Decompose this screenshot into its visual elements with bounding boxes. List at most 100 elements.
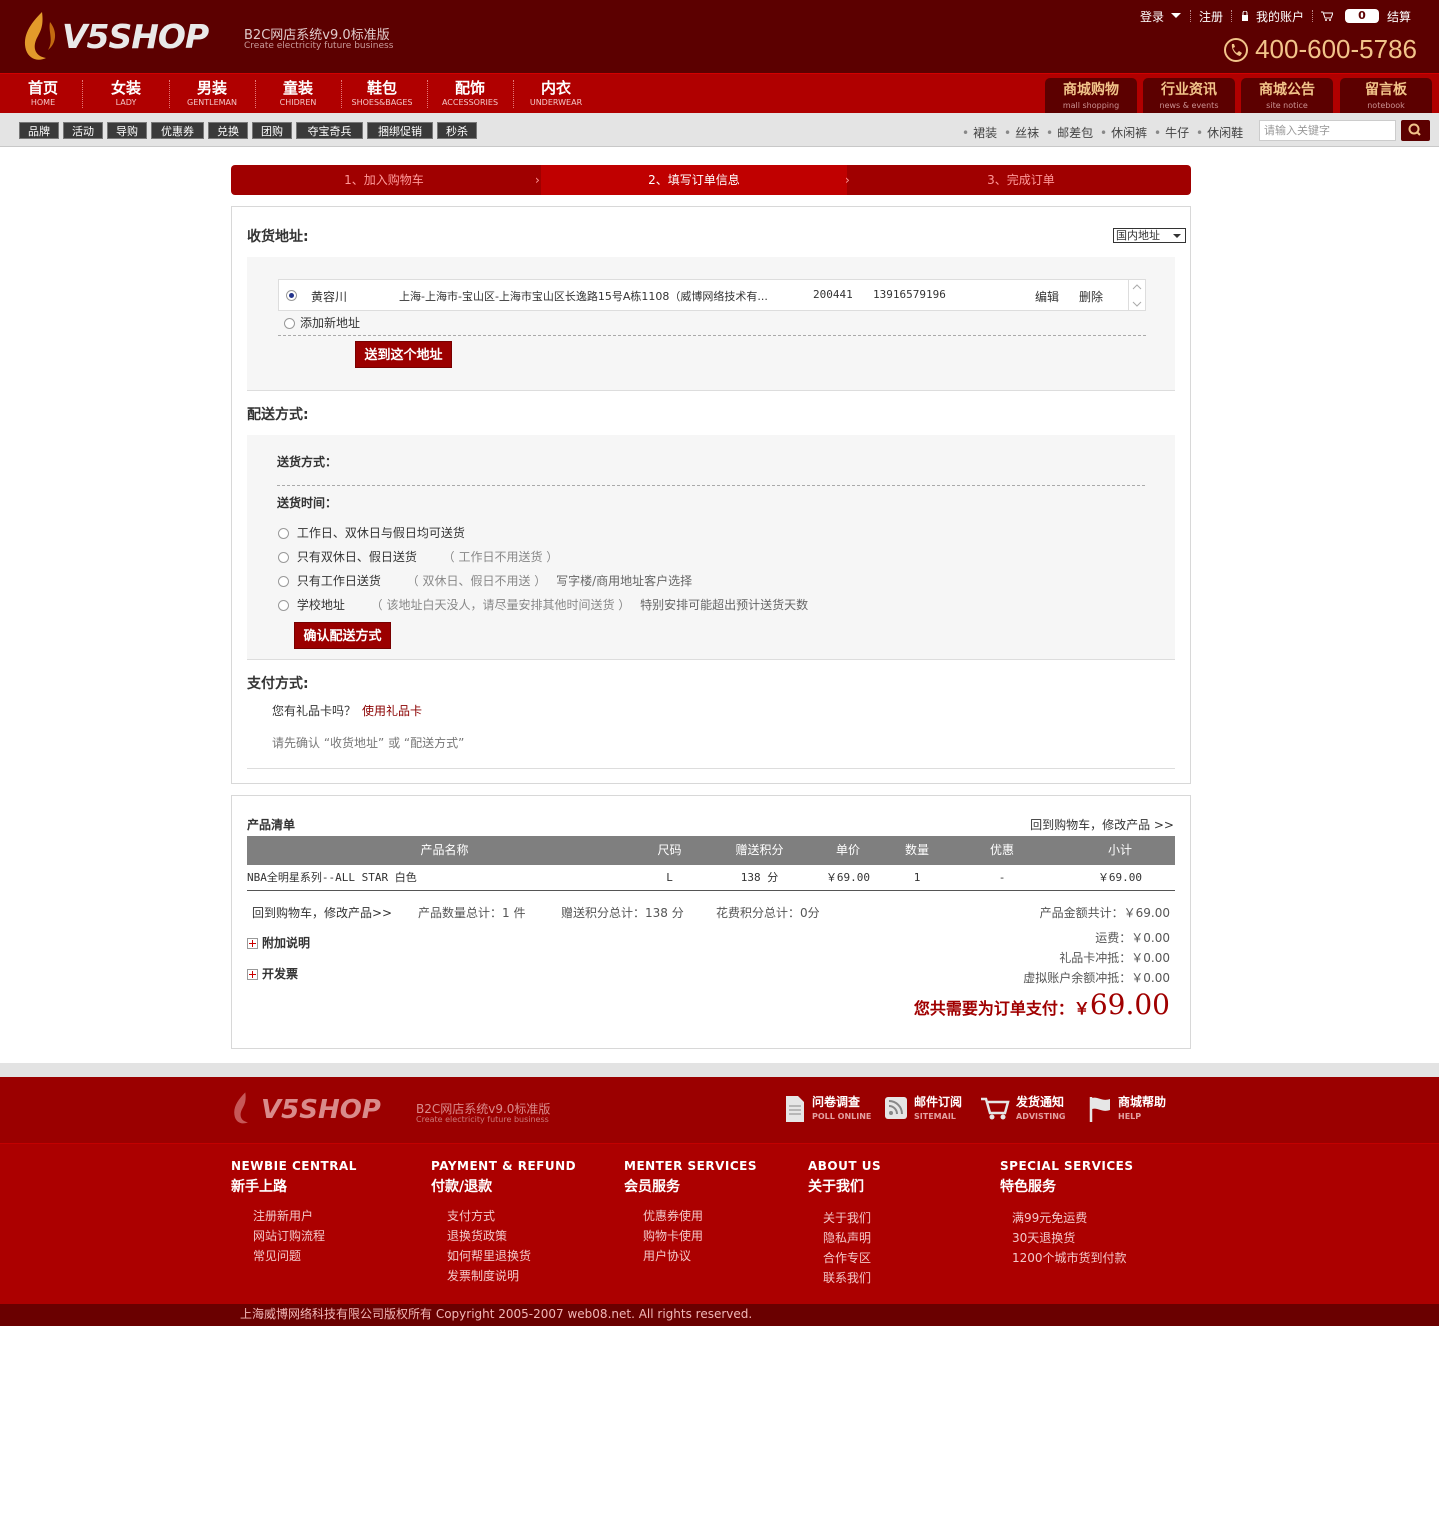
tag-treasure[interactable]: 夺宝奇兵 — [296, 122, 363, 139]
delete-address-link[interactable]: 删除 — [1079, 288, 1103, 305]
chevron-down-icon[interactable] — [1170, 12, 1182, 20]
nav-mall-shopping[interactable]: 商城购物 mall shopping — [1045, 78, 1137, 114]
footer-mail-subscribe[interactable]: 邮件订阅 SITEMAIL — [884, 1095, 962, 1124]
payment-title: 支付方式: — [247, 676, 309, 692]
confirm-delivery-button[interactable]: 确认配送方式 — [294, 622, 391, 649]
search-input[interactable]: 请输入关键字 — [1259, 120, 1396, 141]
nav-item-children[interactable]: 童装 CHIDREN — [255, 80, 341, 109]
site-logo[interactable]: V5SHOP B2C网店系统v9.0标准版 Create electricity… — [20, 10, 400, 64]
footer-icon-sublabel: ADVISTING — [1016, 1112, 1066, 1121]
footer-link[interactable]: 关于我们 — [823, 1208, 881, 1228]
footer-link[interactable]: 注册新用户 — [253, 1206, 357, 1226]
nav-notebook[interactable]: 留言板 notebook — [1340, 78, 1432, 114]
col-subtotal: 小计 — [1107, 843, 1132, 857]
delivery-option[interactable]: 学校地址 （ 该地址白天没人，请尽量安排其他时间送货 ） 特别安排可能超出预计送… — [278, 596, 808, 613]
product-name[interactable]: NBA全明星系列--ALL STAR 白色 — [247, 865, 417, 891]
address-radio[interactable] — [286, 290, 297, 301]
hot-keyword[interactable]: • 牛仔 — [1154, 124, 1189, 141]
tag-exchange[interactable]: 兑换 — [208, 122, 248, 139]
delivery-method-label: 送货方式： — [277, 455, 338, 469]
nav-label: 童装 — [282, 79, 313, 97]
footer-logo[interactable]: V5SHOP B2C网店系统v9.0标准版 Create electricity… — [231, 1089, 561, 1131]
flame-logo-icon — [24, 12, 56, 60]
nav-item-lady[interactable]: 女装 LADY — [83, 80, 169, 109]
footer-icon-label: 发货通知 — [1016, 1095, 1065, 1109]
footer-link[interactable]: 联系我们 — [823, 1268, 881, 1288]
copyright: 上海威博网络科技有限公司版权所有 Copyright 2005-2007 web… — [0, 1304, 1439, 1326]
address-panel: 黄容川 上海-上海市-宝山区-上海市宝山区长逸路15号A栋1108（威博网络技术… — [247, 257, 1175, 391]
nav-item-accessories[interactable]: 配饰 ACCESSORIES — [427, 80, 513, 109]
delivery-option[interactable]: 工作日、双休日与假日均可送货 — [278, 524, 465, 541]
col-product-name: 产品名称 — [420, 843, 469, 857]
footer-link[interactable]: 隐私声明 — [823, 1228, 881, 1248]
hotline-number: 400-600-5786 — [1255, 34, 1417, 64]
nav-news-events[interactable]: 行业资讯 news & events — [1143, 78, 1235, 114]
checkout-link[interactable]: 结算 — [1387, 8, 1411, 25]
footer-link[interactable]: 网站订购流程 — [253, 1226, 357, 1246]
nav-item-home[interactable]: 首页 HOME — [0, 80, 86, 109]
nav-item-gentleman[interactable]: 男装 GENTLEMAN — [169, 80, 255, 109]
step-add-to-cart: 1、加入购物车 — [344, 173, 424, 187]
address-row[interactable]: 黄容川 上海-上海市-宝山区-上海市宝山区长逸路15号A栋1108（威博网络技术… — [278, 279, 1146, 311]
login-link[interactable]: 登录 — [1140, 8, 1164, 25]
delivery-radio[interactable] — [278, 528, 289, 539]
footer-link[interactable]: 如何帮里退换货 — [447, 1246, 576, 1266]
add-address-radio[interactable] — [284, 318, 295, 329]
footer-link[interactable]: 购物卡使用 — [643, 1226, 757, 1246]
attach-note-toggle[interactable]: 附加说明 — [247, 934, 310, 951]
tag-bundle[interactable]: 捆绑促销 — [367, 122, 433, 139]
tag-guide[interactable]: 导购 — [107, 122, 147, 139]
footer-help[interactable]: 商城帮助 HELP — [1088, 1095, 1166, 1124]
tag-coupon[interactable]: 优惠券 — [151, 122, 204, 139]
delivery-option[interactable]: 只有工作日送货 （ 双休日、假日不用送 ） 写字楼/商用地址客户选择 — [278, 572, 692, 589]
tag-brand[interactable]: 品牌 — [19, 122, 59, 139]
cart-count-badge[interactable]: 0 — [1344, 9, 1379, 23]
send-to-address-button[interactable]: 送到这个地址 — [355, 341, 452, 368]
col-price: 单价 — [835, 843, 860, 857]
invoice-toggle[interactable]: 开发票 — [247, 965, 298, 982]
delivery-option[interactable]: 只有双休日、假日送货 （ 工作日不用送货 ） — [278, 548, 558, 565]
footer-link[interactable]: 退换货政策 — [447, 1226, 576, 1246]
footer-poll[interactable]: 问卷调查 POLL ONLINE — [784, 1095, 871, 1124]
use-gift-card-link[interactable]: 使用礼品卡 — [362, 702, 422, 719]
scrollbar[interactable] — [1128, 280, 1145, 310]
nav-item-underwear[interactable]: 内衣 UNDERWEAR — [513, 80, 599, 109]
back-to-cart-link-bottom[interactable]: 回到购物车，修改产品>> — [252, 904, 392, 921]
footer-link[interactable]: 优惠券使用 — [643, 1206, 757, 1226]
footer-shipping-notice[interactable]: 发货通知 ADVISTING — [980, 1095, 1065, 1124]
nav-item-shoes-bags[interactable]: 鞋包 SHOES&BAGES — [339, 80, 425, 109]
address-type-select[interactable]: 国内地址 — [1113, 228, 1186, 243]
hot-keyword[interactable]: • 休闲裤 — [1100, 124, 1147, 141]
footer-col-title-en: ABOUT US — [808, 1159, 882, 1173]
register-link[interactable]: 注册 — [1199, 8, 1223, 25]
nav-site-notice[interactable]: 商城公告 site notice — [1241, 78, 1333, 114]
search-button[interactable] — [1401, 120, 1430, 141]
footer-link[interactable]: 发票制度说明 — [447, 1266, 576, 1286]
footer-link[interactable]: 30天退换货 — [1012, 1228, 1134, 1248]
tag-activity[interactable]: 活动 — [63, 122, 103, 139]
footer-link[interactable]: 1200个城市货到付款 — [1012, 1248, 1134, 1268]
footer-link[interactable]: 支付方式 — [447, 1206, 576, 1226]
edit-address-link[interactable]: 编辑 — [1035, 288, 1059, 305]
hot-keyword[interactable]: • 丝袜 — [1004, 124, 1039, 141]
my-account-link[interactable]: 我的账户 — [1256, 8, 1304, 25]
hot-keyword[interactable]: • 邮差包 — [1046, 124, 1093, 141]
delivery-radio[interactable] — [278, 552, 289, 563]
footer-col-title-en: SPECIAL SERVICES — [1000, 1159, 1134, 1173]
footer-link[interactable]: 合作专区 — [823, 1248, 881, 1268]
nav-sublabel: mall shopping — [1062, 101, 1120, 110]
footer-link[interactable]: 用户协议 — [643, 1246, 757, 1266]
product-size: L — [666, 871, 673, 884]
scroll-down-icon[interactable] — [1129, 297, 1145, 311]
scroll-up-icon[interactable] — [1129, 280, 1145, 294]
tag-flash-sale[interactable]: 秒杀 — [437, 122, 477, 139]
back-to-cart-link[interactable]: 回到购物车，修改产品 >> — [1030, 816, 1174, 833]
delivery-radio[interactable] — [278, 600, 289, 611]
footer-link[interactable]: 常见问题 — [253, 1246, 357, 1266]
add-address-label[interactable]: 添加新地址 — [300, 314, 360, 331]
delivery-radio[interactable] — [278, 576, 289, 587]
footer-link[interactable]: 满99元免运费 — [1012, 1208, 1134, 1228]
hot-keyword[interactable]: • 休闲鞋 — [1196, 124, 1243, 141]
tag-group-buy[interactable]: 团购 — [252, 122, 292, 139]
hot-keyword[interactable]: • 裙装 — [962, 124, 997, 141]
